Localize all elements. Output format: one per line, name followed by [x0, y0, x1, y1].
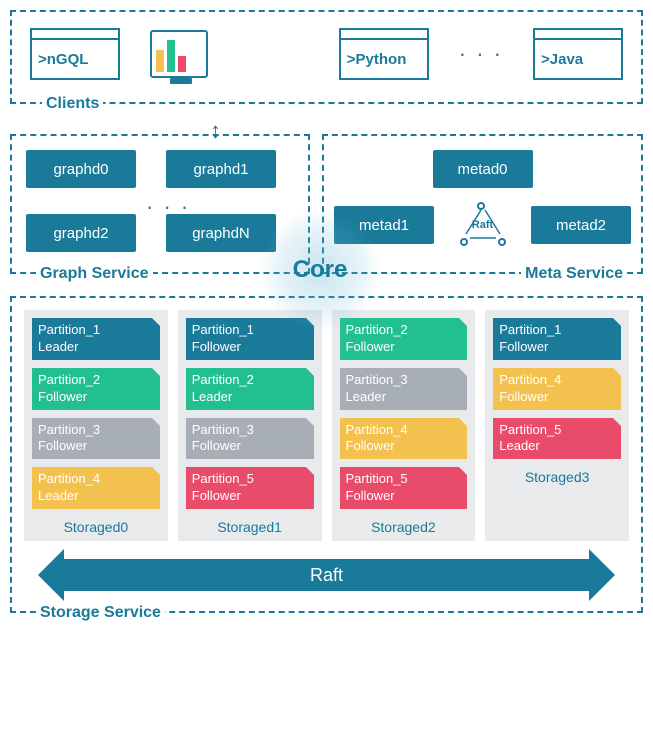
graph-service-box: graphd0 graphd1 graphd2 graphdN · · · Gr…: [10, 134, 310, 274]
partition: Partition_1Follower: [493, 318, 621, 360]
storage-name: Storaged0: [32, 517, 160, 537]
partition: Partition_1Follower: [186, 318, 314, 360]
client-ngql: >nGQL: [30, 28, 120, 80]
storage-name: Storaged2: [340, 517, 468, 537]
client-java-label: >Java: [535, 40, 621, 78]
client-python-label: >Python: [341, 40, 427, 78]
graph-dots: · · ·: [146, 194, 190, 220]
partition: Partition_3Follower: [32, 418, 160, 460]
storage-name: Storaged1: [186, 517, 314, 537]
meta-service-label: Meta Service: [521, 265, 627, 283]
graph-service-label: Graph Service: [36, 265, 153, 283]
partition: Partition_2Leader: [186, 368, 314, 410]
client-java: >Java: [533, 28, 623, 80]
partition: Partition_1Leader: [32, 318, 160, 360]
metad0: metad0: [433, 150, 533, 188]
storage-column: Partition_1Follower Partition_4Follower Pa…: [485, 310, 629, 541]
storage-raft-label: Raft: [310, 565, 343, 586]
graphd2: graphd2: [26, 214, 136, 252]
partition: Partition_4Follower: [493, 368, 621, 410]
storage-column: Partition_2Follower Partition_3Leader Part…: [332, 310, 476, 541]
metad2: metad2: [531, 206, 631, 244]
clients-dots: · · ·: [459, 41, 503, 67]
monitor-icon: [150, 30, 208, 78]
partition: Partition_3Leader: [340, 368, 468, 410]
storage-column: Partition_1Leader Partition_2Follower Part…: [24, 310, 168, 541]
clients-label: Clients: [42, 95, 103, 113]
storage-column: Partition_1Follower Partition_2Leader Part…: [178, 310, 322, 541]
partition: Partition_2Follower: [32, 368, 160, 410]
partition: Partition_2Follower: [340, 318, 468, 360]
graphd0: graphd0: [26, 150, 136, 188]
storage-name: Storaged3: [493, 467, 621, 487]
partition: Partition_5Leader: [493, 418, 621, 460]
meta-service-box: metad0 metad1 Raft metad2 Meta Service: [322, 134, 643, 274]
partition: Partition_4Follower: [340, 418, 468, 460]
clients-box: >nGQL >Python · · · >Java Clients: [10, 10, 643, 104]
metad1: metad1: [334, 206, 434, 244]
partition: Partition_5Follower: [186, 467, 314, 509]
storage-service-label: Storage Service: [36, 604, 165, 622]
raft-arrow: Raft: [64, 559, 589, 591]
client-ngql-label: >nGQL: [32, 40, 118, 78]
partition: Partition_4Leader: [32, 467, 160, 509]
partition: Partition_3Follower: [186, 418, 314, 460]
partition: Partition_5Follower: [340, 467, 468, 509]
storage-service-box: Partition_1LeaderPartition_2FollowerPart…: [10, 296, 643, 613]
client-python: >Python: [339, 28, 429, 80]
graphd1: graphd1: [166, 150, 276, 188]
raft-icon: Raft: [462, 204, 504, 246]
